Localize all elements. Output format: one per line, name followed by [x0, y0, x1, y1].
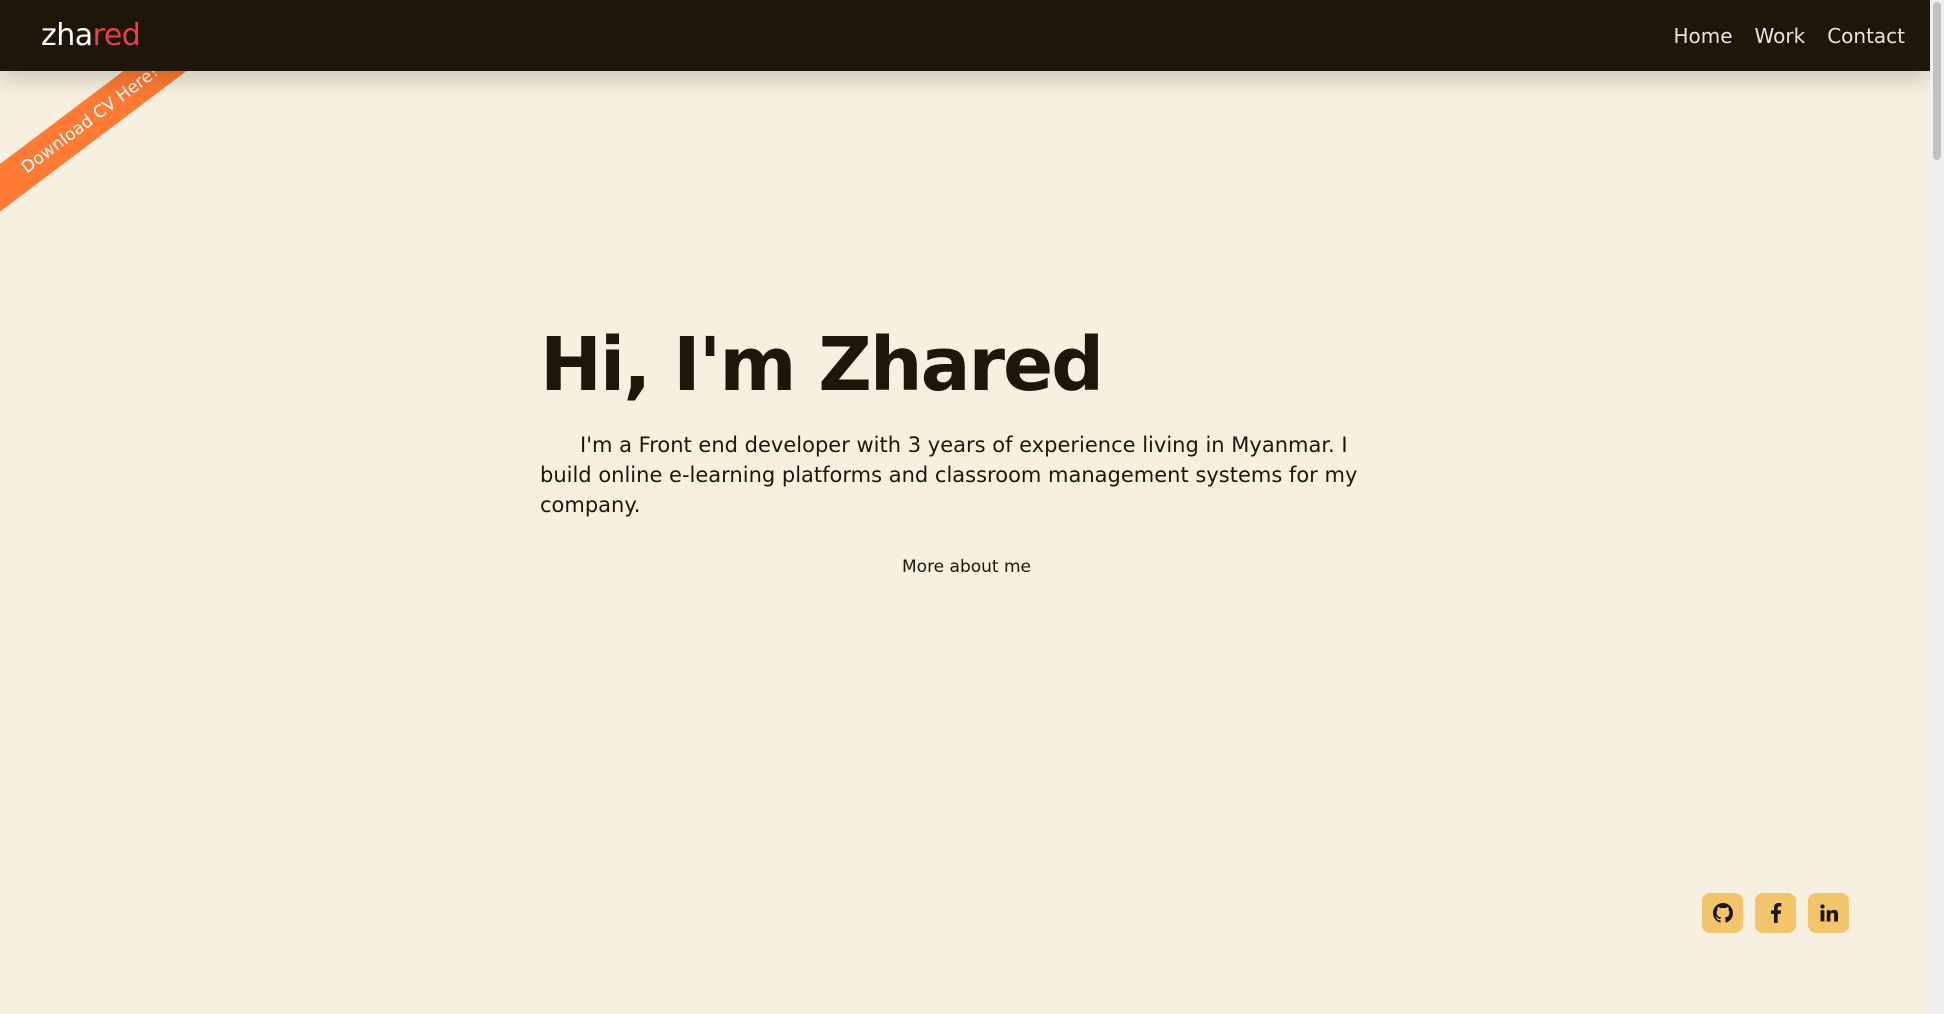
facebook-link[interactable]	[1755, 893, 1796, 933]
social-links	[1702, 893, 1849, 933]
download-cv-ribbon[interactable]: Download CV Here!	[0, 71, 220, 221]
facebook-icon	[1770, 903, 1781, 923]
logo[interactable]: zhared	[41, 18, 141, 54]
nav-contact-link[interactable]: Contact	[1827, 22, 1905, 50]
logo-part-2: red	[92, 18, 141, 53]
logo-part-1: zha	[41, 18, 93, 53]
scrollbar-thumb[interactable]	[1933, 2, 1941, 160]
linkedin-link[interactable]	[1808, 893, 1849, 933]
github-link[interactable]	[1702, 893, 1743, 933]
linkedin-icon	[1819, 904, 1838, 922]
nav-links: Home Work Contact	[1673, 22, 1905, 50]
nav-home-link[interactable]: Home	[1673, 22, 1732, 50]
more-about-me-button[interactable]: More about me	[902, 556, 1031, 578]
nav-work-link[interactable]: Work	[1755, 22, 1806, 50]
hero-description: I'm a Front end developer with 3 years o…	[540, 433, 1358, 517]
navbar: zhared Home Work Contact	[0, 0, 1930, 71]
github-icon	[1712, 903, 1733, 923]
hero-section: Hi, I'm Zhared I'm a Front end developer…	[540, 320, 1380, 520]
scrollbar[interactable]	[1930, 0, 1944, 1014]
download-cv-ribbon-wrap: Download CV Here!	[0, 71, 220, 221]
page: zhared Home Work Contact Download CV Her…	[0, 0, 1930, 1014]
hero-title: Hi, I'm Zhared	[540, 322, 1104, 408]
